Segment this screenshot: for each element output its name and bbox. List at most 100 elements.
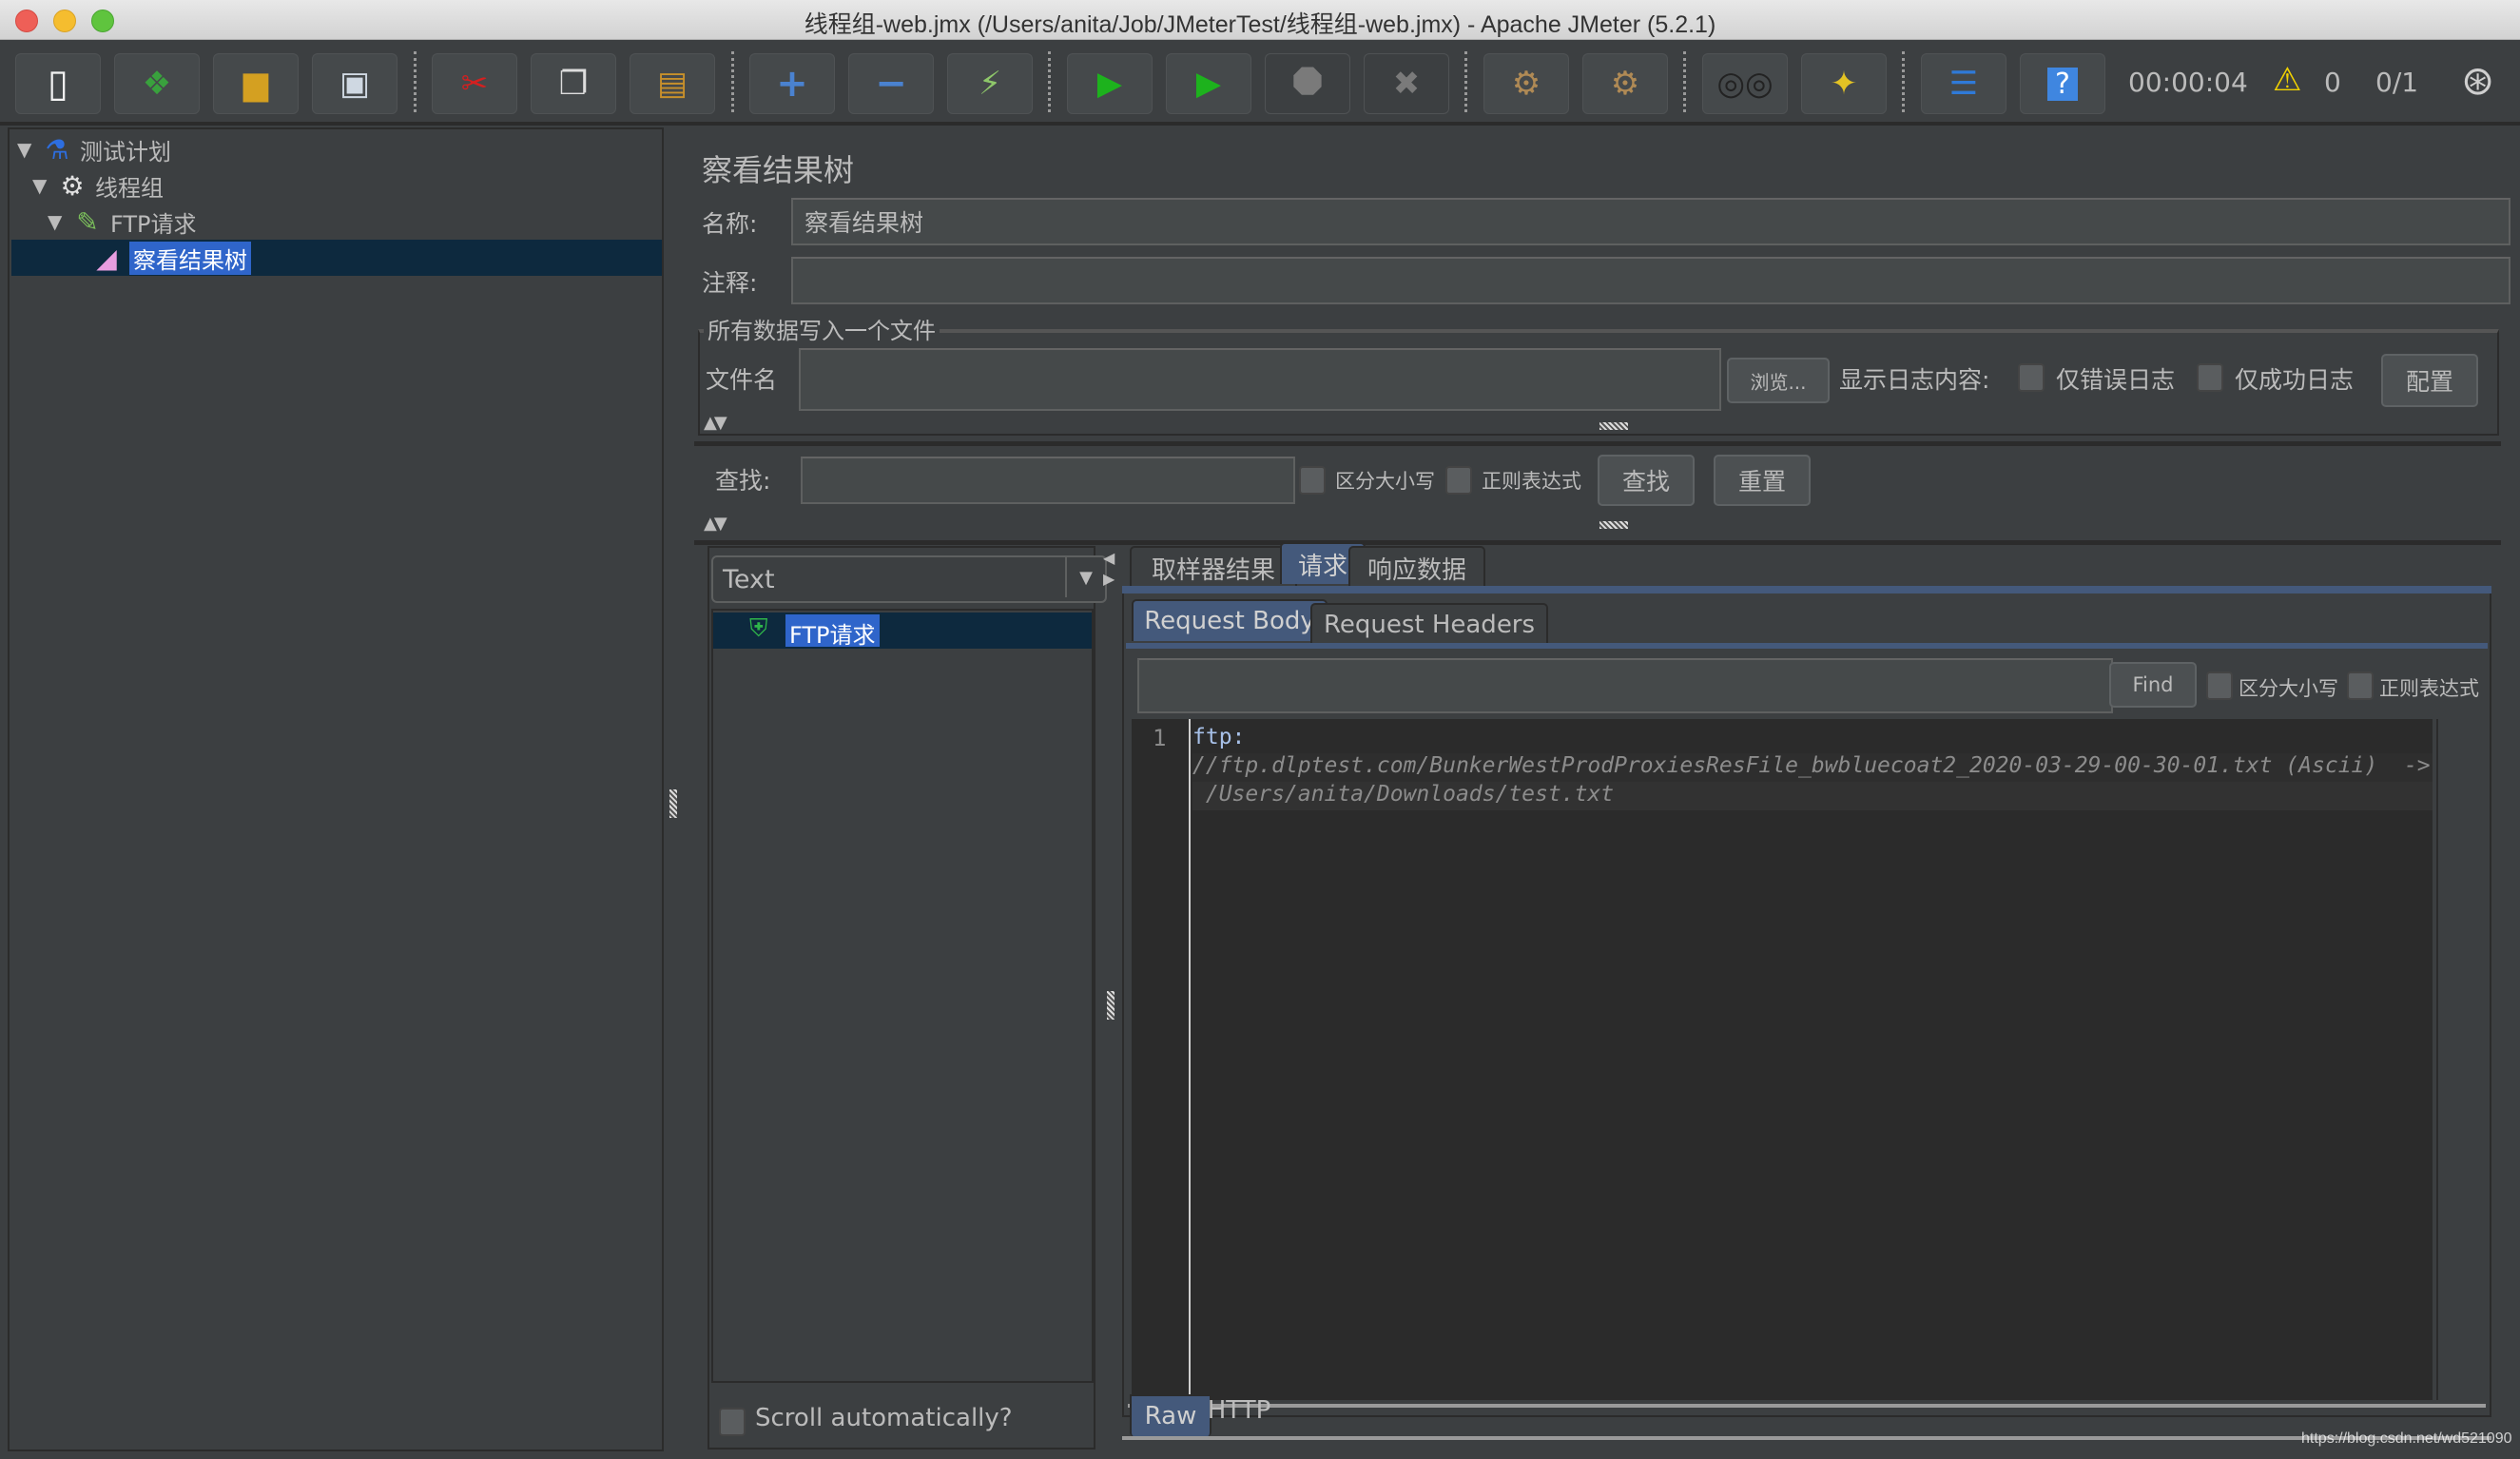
- tab-sampler-result[interactable]: 取样器结果: [1130, 546, 1297, 588]
- code-line: ftp:: [1192, 725, 1246, 749]
- cut-button[interactable]: ✂: [432, 53, 517, 114]
- success-only-checkbox[interactable]: [2197, 363, 2223, 392]
- reset-search-button[interactable]: ✦: [1801, 53, 1887, 114]
- expand-triangle-icon[interactable]: ▼: [48, 210, 70, 233]
- regex-label: 正则表达式: [1482, 470, 1581, 493]
- clear-button[interactable]: ⚙: [1483, 53, 1569, 114]
- tree-item-view-results-tree[interactable]: ◢ 察看结果树: [89, 240, 251, 276]
- filename-label: 文件名: [706, 366, 778, 394]
- paste-button[interactable]: ▤: [630, 53, 715, 114]
- subtab-underline: [1126, 643, 2488, 649]
- warning-icon[interactable]: ⚠: [2273, 61, 2301, 99]
- toolbar-separator: [731, 51, 734, 112]
- shutdown-icon: ✖: [1392, 65, 1421, 103]
- configure-button[interactable]: 配置: [2381, 354, 2478, 407]
- chevron-down-icon[interactable]: ▼: [1065, 557, 1105, 597]
- request-find-field[interactable]: [1137, 658, 2113, 713]
- reset-button[interactable]: 重置: [1714, 455, 1811, 506]
- function-helper-button[interactable]: ☰: [1921, 53, 2006, 114]
- tab-http[interactable]: HTTP: [1194, 1391, 1284, 1430]
- code-line: /Users/anita/Downloads/test.txt: [1192, 782, 2433, 810]
- graph-icon: ◢: [96, 242, 117, 274]
- tree-item-test-plan[interactable]: ▼ ⚗ 测试计划: [17, 131, 171, 167]
- request-case-sensitive-checkbox[interactable]: [2206, 671, 2233, 700]
- search-label: 查找:: [715, 467, 771, 495]
- code-line: //ftp.dlptest.com/BunkerWestProdProxiesR…: [1192, 753, 2433, 782]
- start-icon: ▶: [1096, 65, 1123, 103]
- search-button[interactable]: ◎◎: [1702, 53, 1788, 114]
- templates-button[interactable]: ❖: [114, 53, 200, 114]
- errors-only-checkbox[interactable]: [2018, 363, 2045, 392]
- watermark: https://blog.csdn.net/wd521090: [2301, 1430, 2512, 1447]
- sample-list: ⛨ FTP请求: [711, 609, 1094, 1383]
- tree-item-label: 测试计划: [80, 138, 171, 165]
- tree-item-label: FTP请求: [110, 210, 197, 238]
- collapse-all-button[interactable]: −: [848, 53, 934, 114]
- splitter-grip-icon[interactable]: [1599, 521, 1628, 529]
- toolbar-separator: [1464, 51, 1467, 112]
- name-label: 名称:: [702, 210, 758, 238]
- filename-field[interactable]: [799, 348, 1721, 411]
- tree-item-thread-group[interactable]: ▼ ⚙ 线程组: [32, 167, 164, 204]
- regex-checkbox[interactable]: [1445, 466, 1472, 495]
- toggle-icon: ⚡: [979, 65, 1001, 103]
- clear-all-button[interactable]: ⚙: [1582, 53, 1668, 114]
- case-sensitive-checkbox[interactable]: [1299, 466, 1326, 495]
- collapse-expand-arrows-icon[interactable]: ▲▼: [704, 413, 727, 433]
- request-case-sensitive-label: 区分大小写: [2239, 677, 2338, 700]
- dropper-icon: ✎: [76, 205, 99, 238]
- splitter-grip-icon[interactable]: [669, 789, 677, 818]
- toggle-button[interactable]: ⚡: [947, 53, 1033, 114]
- request-body-editor[interactable]: 1 ftp: //ftp.dlptest.com/BunkerWestProdP…: [1132, 719, 2433, 1400]
- window-title: 线程组-web.jmx (/Users/anita/Job/JMeterTest…: [804, 11, 1716, 38]
- help-button[interactable]: ?: [2020, 53, 2105, 114]
- stop-button[interactable]: ⯃: [1265, 53, 1350, 114]
- new-icon: ▯: [47, 62, 68, 106]
- find-button[interactable]: 查找: [1598, 455, 1695, 506]
- tab-response-data[interactable]: 响应数据: [1348, 546, 1485, 588]
- new-button[interactable]: ▯: [15, 53, 101, 114]
- save-button[interactable]: ▣: [312, 53, 397, 114]
- start-button[interactable]: ▶: [1067, 53, 1153, 114]
- splitter-grip-icon[interactable]: [1599, 422, 1628, 430]
- start-no-pauses-button[interactable]: ▶: [1166, 53, 1251, 114]
- editor-scrollbar[interactable]: [2436, 719, 2465, 1400]
- copy-icon: ❐: [558, 65, 589, 103]
- toolbar-separator: [1048, 51, 1051, 112]
- comment-label: 注释:: [702, 269, 758, 297]
- save-icon: ▣: [339, 65, 371, 103]
- tree-item-ftp-request[interactable]: ▼ ✎ FTP请求: [48, 204, 197, 240]
- scroll-automatically-label: Scroll automatically?: [755, 1404, 1013, 1432]
- toolbar: ▯ ❖ ▆ ▣ ✂ ❐ ▤ + − ⚡ ▶ ▶ ⯃ ✖ ⚙ ⚙ ◎◎ ✦ ☰ ?…: [0, 40, 2520, 126]
- expand-triangle-icon[interactable]: ▼: [32, 174, 55, 197]
- search-field[interactable]: [801, 457, 1295, 504]
- subtab-request-headers[interactable]: Request Headers: [1310, 603, 1548, 645]
- request-regex-checkbox[interactable]: [2347, 671, 2374, 700]
- request-find-button[interactable]: Find: [2109, 662, 2197, 708]
- open-button[interactable]: ▆: [213, 53, 299, 114]
- expand-all-button[interactable]: +: [749, 53, 835, 114]
- case-sensitive-label: 区分大小写: [1335, 470, 1435, 493]
- request-tab-content: Request Body Request Headers Find 区分大小写 …: [1122, 593, 2491, 1417]
- renderer-select[interactable]: Text ▼: [711, 555, 1107, 603]
- collapse-icon: −: [875, 62, 907, 106]
- comment-field[interactable]: [791, 257, 2510, 304]
- main-splitter[interactable]: [664, 127, 685, 1451]
- remote-engines-icon[interactable]: ⊛: [2461, 57, 2494, 104]
- toolbar-separator: [414, 51, 417, 112]
- sample-list-item[interactable]: ⛨ FTP请求: [713, 613, 1092, 649]
- shutdown-button[interactable]: ✖: [1364, 53, 1449, 114]
- divider: [1128, 1404, 2486, 1408]
- tab-underline: [1122, 586, 2491, 593]
- scroll-automatically-checkbox[interactable]: [719, 1408, 746, 1436]
- view-results-tree-panel: 察看结果树 名称: 察看结果树 注释: 所有数据写入一个文件 文件名 浏览...…: [687, 127, 2510, 1451]
- browse-button[interactable]: 浏览...: [1727, 358, 1830, 403]
- collapse-expand-arrows-icon[interactable]: ▲▼: [704, 514, 727, 534]
- subtab-request-body[interactable]: Request Body: [1132, 599, 1328, 641]
- name-field[interactable]: 察看结果树: [791, 198, 2510, 245]
- binoculars-icon: ◎◎: [1716, 65, 1774, 103]
- splitter-grip-icon[interactable]: [1107, 991, 1115, 1020]
- copy-button[interactable]: ❐: [531, 53, 616, 114]
- expand-triangle-icon[interactable]: ▼: [17, 138, 40, 161]
- split-arrows-icon[interactable]: ◀ ▶: [1103, 548, 1116, 590]
